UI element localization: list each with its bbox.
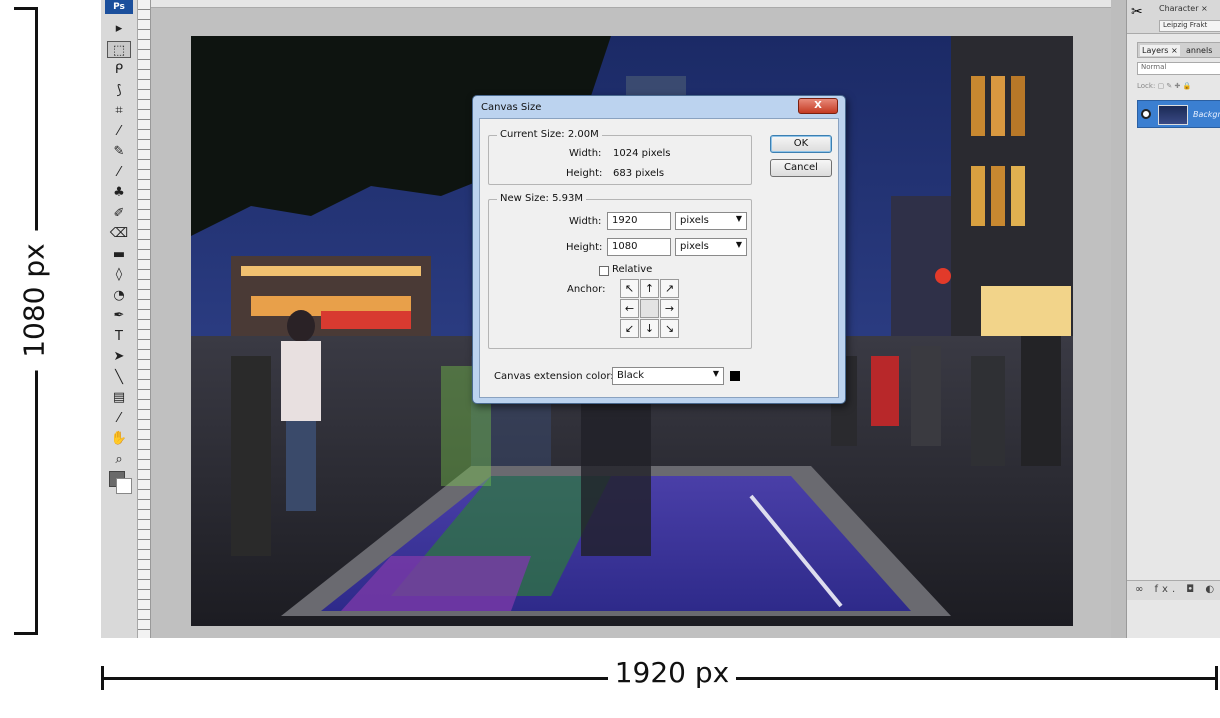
background-color-swatch[interactable] bbox=[116, 478, 132, 494]
layer-thumbnail bbox=[1158, 105, 1188, 125]
blur-tool-icon[interactable]: ◊ bbox=[107, 266, 131, 283]
height-unit-select[interactable]: pixels ▼ bbox=[675, 238, 747, 256]
height-dimension-cap-bottom bbox=[14, 632, 38, 635]
extension-color-swatch[interactable] bbox=[730, 371, 740, 381]
ok-button[interactable]: OK bbox=[770, 135, 832, 153]
new-size-legend: New Size: 5.93M bbox=[497, 193, 586, 204]
anchor-cell-6[interactable]: ↙ bbox=[620, 319, 639, 338]
relative-label: Relative bbox=[612, 264, 653, 275]
height-unit-value: pixels bbox=[680, 241, 709, 252]
line-tool-icon[interactable]: ╲ bbox=[107, 369, 131, 386]
notes-tool-icon[interactable]: ▤ bbox=[107, 389, 131, 406]
anchor-cell-4[interactable] bbox=[640, 299, 659, 318]
crop-tool-icon[interactable]: ⌗ bbox=[107, 102, 131, 119]
zoom-tool-icon[interactable]: ⌕ bbox=[107, 451, 131, 468]
relative-checkbox[interactable] bbox=[599, 266, 609, 276]
vertical-ruler bbox=[138, 0, 151, 638]
quick-select-tool-icon[interactable]: ⟆ bbox=[107, 82, 131, 99]
current-width-value: 1024 pixels bbox=[613, 148, 671, 159]
tab-channels[interactable]: annels bbox=[1184, 45, 1214, 56]
layers-panel-tabs: Layers × annels bbox=[1137, 42, 1220, 58]
anchor-cell-7[interactable]: ↓ bbox=[640, 319, 659, 338]
width-unit-select[interactable]: pixels ▼ bbox=[675, 212, 747, 230]
lock-label: Lock: bbox=[1137, 82, 1156, 90]
type-tool-icon[interactable]: T bbox=[107, 328, 131, 345]
eye-icon[interactable] bbox=[1141, 109, 1151, 119]
gradient-tool-icon[interactable]: ▬ bbox=[107, 246, 131, 263]
dialog-body: Current Size: 2.00M Width: 1024 pixels H… bbox=[479, 118, 839, 398]
close-button[interactable]: X bbox=[798, 98, 838, 114]
current-size-legend: Current Size: 2.00M bbox=[497, 129, 602, 140]
hand-tool-icon[interactable]: ✋ bbox=[107, 430, 131, 447]
layer-row-background[interactable]: Backgr bbox=[1137, 100, 1220, 128]
tab-layers[interactable]: Layers × bbox=[1140, 45, 1180, 56]
font-family-field[interactable]: Leipzig Frakt bbox=[1159, 20, 1220, 32]
anchor-cell-0[interactable]: ↖ bbox=[620, 279, 639, 298]
layer-name: Backgr bbox=[1193, 110, 1220, 119]
anchor-label: Anchor: bbox=[567, 284, 606, 295]
blend-mode-select[interactable]: Normal bbox=[1137, 62, 1220, 75]
layers-panel-footer: ∞ fx. ◘ ◐ bbox=[1127, 580, 1220, 600]
chevron-down-icon: ▼ bbox=[735, 214, 742, 223]
toolbox: Ps ▸ ⬚ ᑭ ⟆ ⌗ ⁄ ✎ ⁄ ♣ ✐ ⌫ ▬ ◊ ◔ ✒ T ➤ ╲ ▤ ⁄ ✋ ⌕ bbox=[101, 0, 138, 638]
lock-icons[interactable]: ▢ ✎ ✚ 🔒 bbox=[1158, 82, 1192, 90]
current-size-group: Current Size: 2.00M Width: 1024 pixels H… bbox=[488, 129, 752, 185]
new-width-label: Width: bbox=[569, 216, 602, 227]
current-height-label: Height: bbox=[566, 168, 603, 179]
path-select-tool-icon[interactable]: ➤ bbox=[107, 348, 131, 365]
right-panel: ✂ Character × Leipzig Frakt Layers × ann… bbox=[1126, 0, 1220, 638]
anchor-cell-2[interactable]: ↗ bbox=[660, 279, 679, 298]
lock-row: Lock: ▢ ✎ ✚ 🔒 bbox=[1137, 82, 1191, 90]
width-input[interactable]: 1920 bbox=[607, 212, 671, 230]
height-input[interactable]: 1080 bbox=[607, 238, 671, 256]
marquee-tool-icon[interactable]: ⬚ bbox=[107, 40, 131, 58]
eyedropper-2-tool-icon[interactable]: ⁄ bbox=[107, 410, 131, 427]
pen-tool-icon[interactable]: ✒ bbox=[107, 307, 131, 324]
layer-footer-icons[interactable]: ∞ fx. ◘ ◐ bbox=[1135, 584, 1218, 595]
character-icon[interactable]: ✂ bbox=[1131, 4, 1143, 20]
brush-tool-icon[interactable]: ⁄ bbox=[107, 164, 131, 181]
width-dimension-cap-right bbox=[1215, 666, 1218, 690]
chevron-down-icon: ▼ bbox=[735, 240, 742, 249]
cancel-button[interactable]: Cancel bbox=[770, 159, 832, 177]
height-dimension-cap-top bbox=[14, 7, 38, 10]
canvas-size-dialog: Canvas Size X Current Size: 2.00M Width:… bbox=[472, 95, 846, 404]
current-height-value: 683 pixels bbox=[613, 168, 665, 179]
clone-stamp-tool-icon[interactable]: ♣ bbox=[107, 184, 131, 201]
dodge-tool-icon[interactable]: ◔ bbox=[107, 287, 131, 304]
character-panel: ✂ Character × Leipzig Frakt bbox=[1127, 0, 1220, 34]
width-unit-value: pixels bbox=[680, 215, 709, 226]
anchor-cell-8[interactable]: ↘ bbox=[660, 319, 679, 338]
extension-color-value: Black bbox=[617, 370, 645, 381]
anchor-cell-5[interactable]: → bbox=[660, 299, 679, 318]
anchor-cell-1[interactable]: ↑ bbox=[640, 279, 659, 298]
move-tool-icon[interactable]: ▸ bbox=[107, 20, 131, 37]
new-height-label: Height: bbox=[566, 242, 603, 253]
extension-color-label: Canvas extension color: bbox=[494, 371, 614, 382]
chevron-down-icon: ▼ bbox=[712, 369, 719, 378]
dialog-title: Canvas Size bbox=[481, 102, 542, 113]
extension-color-select[interactable]: Black ▼ bbox=[612, 367, 724, 385]
current-width-label: Width: bbox=[569, 148, 602, 159]
character-tab[interactable]: Character × bbox=[1159, 4, 1208, 13]
healing-tool-icon[interactable]: ✎ bbox=[107, 143, 131, 160]
photoshop-logo[interactable]: Ps bbox=[105, 0, 133, 14]
anchor-grid: ↖ ↑ ↗ ← → ↙ ↓ ↘ bbox=[620, 279, 680, 339]
height-dimension-label: 1080 px bbox=[17, 230, 51, 371]
lasso-tool-icon[interactable]: ᑭ bbox=[107, 61, 131, 78]
width-dimension-cap-left bbox=[101, 666, 104, 690]
horizontal-ruler bbox=[151, 0, 1111, 8]
eraser-tool-icon[interactable]: ⌫ bbox=[107, 225, 131, 242]
width-dimension-label: 1920 px bbox=[608, 656, 736, 689]
anchor-cell-3[interactable]: ← bbox=[620, 299, 639, 318]
eyedropper-tool-icon[interactable]: ⁄ bbox=[107, 123, 131, 140]
history-brush-tool-icon[interactable]: ✐ bbox=[107, 205, 131, 222]
